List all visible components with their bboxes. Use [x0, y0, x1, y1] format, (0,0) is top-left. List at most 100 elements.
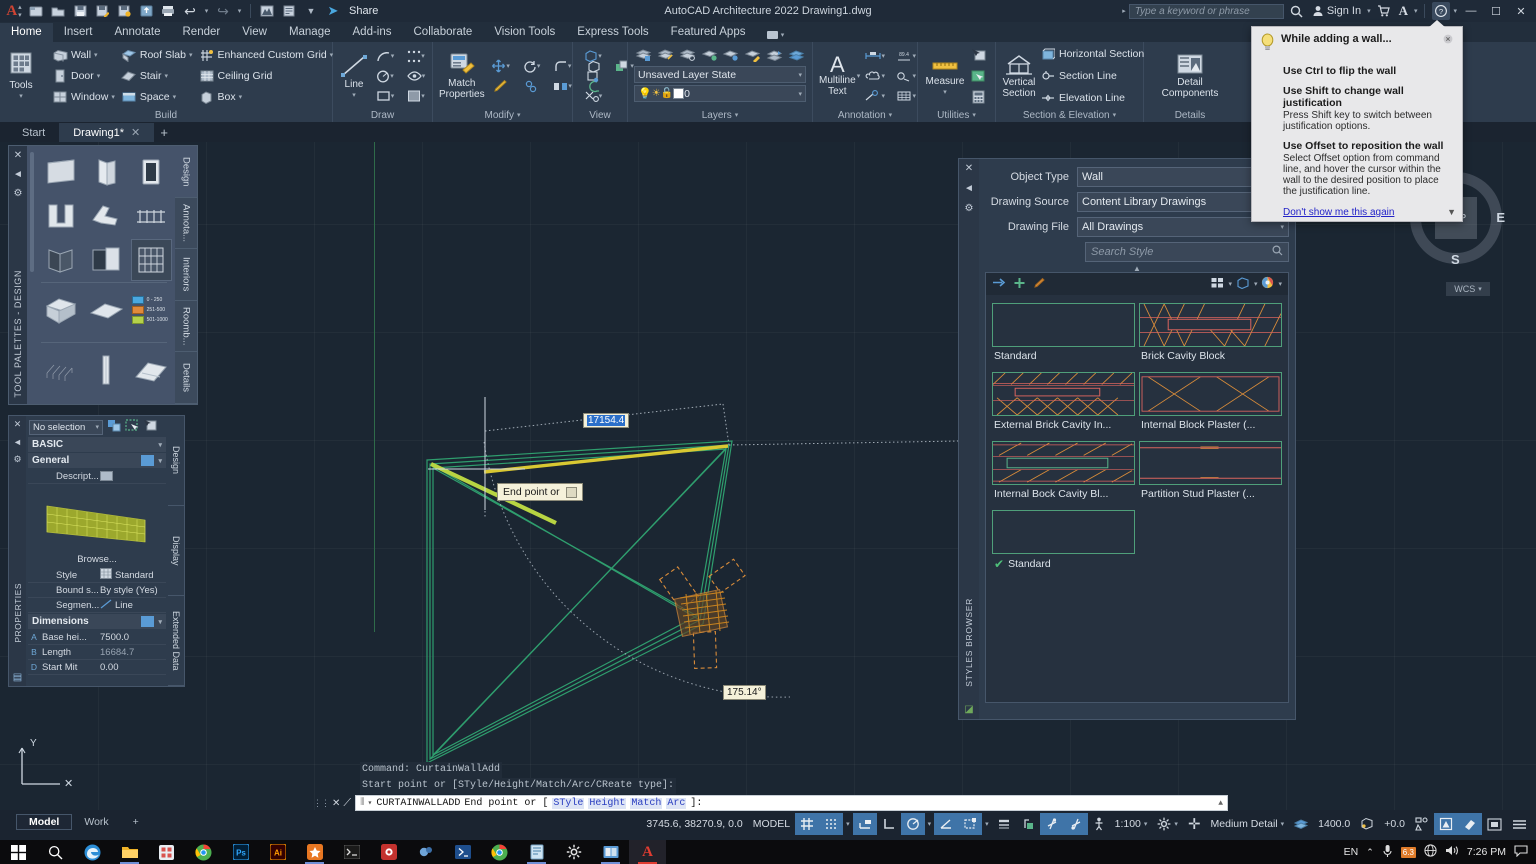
- palette-tool-corner-window[interactable]: [41, 240, 80, 280]
- palette-tab-design[interactable]: Design: [175, 146, 197, 198]
- object-relative-icon[interactable]: [1410, 813, 1434, 835]
- sheet-set-icon[interactable]: [279, 2, 299, 20]
- search-expand-icon[interactable]: ▸: [1122, 7, 1126, 15]
- vertical-section-button[interactable]: Vertical Section: [1001, 52, 1037, 100]
- ribbon-tab-featured-apps[interactable]: Featured Apps: [660, 23, 757, 42]
- qat-customize-icon[interactable]: ▼: [301, 2, 321, 20]
- project-navigator-icon[interactable]: [257, 2, 277, 20]
- chevron-down-icon[interactable]: ▾: [735, 111, 739, 119]
- help-icon[interactable]: ?: [1432, 2, 1451, 20]
- chrome2-icon[interactable]: [481, 840, 518, 864]
- save-as-icon[interactable]: [92, 2, 112, 20]
- ribbon-tab-insert[interactable]: Insert: [53, 23, 104, 42]
- ortho-mode-toggle[interactable]: [877, 813, 901, 835]
- chrome-icon[interactable]: [185, 840, 222, 864]
- hatch-icon[interactable]: ▾: [401, 87, 431, 106]
- drawing-canvas[interactable]: 17154.4 175.14° End point or N E S W TOP…: [0, 142, 1536, 810]
- help-search-input[interactable]: Type a keyword or phrase: [1128, 3, 1284, 19]
- chevron-down-icon[interactable]: ▾: [368, 798, 373, 808]
- share-label[interactable]: Share: [349, 5, 378, 17]
- close-icon[interactable]: ✕: [14, 419, 22, 430]
- save-all-icon[interactable]: [114, 2, 134, 20]
- auto-hide-icon[interactable]: ◄: [13, 169, 23, 180]
- help-dropdown-icon[interactable]: ▾: [1453, 7, 1457, 15]
- undo-icon[interactable]: ↩: [180, 2, 200, 20]
- ribbon-tab-express-tools[interactable]: Express Tools: [566, 23, 659, 42]
- properties-menu-icon[interactable]: ⚙: [13, 454, 21, 465]
- move-icon[interactable]: ▾: [486, 57, 516, 76]
- doc-tab-start[interactable]: Start: [0, 123, 59, 142]
- layer-previous-icon[interactable]: [765, 45, 784, 64]
- tools-button[interactable]: Tools ▾: [5, 51, 37, 101]
- copy-objects-icon[interactable]: [517, 77, 547, 96]
- command-keyword-height[interactable]: Height: [588, 797, 627, 809]
- style-card-internal-bock-cavity[interactable]: Internal Bock Cavity Bl...: [992, 441, 1135, 508]
- build-item-ceiling-grid[interactable]: Ceiling Grid: [196, 67, 337, 86]
- tray-app-icon[interactable]: 6.3: [1400, 846, 1416, 858]
- elevation-layer-icon[interactable]: [1289, 813, 1313, 835]
- chevron-down-icon[interactable]: ▾: [239, 93, 243, 101]
- style-card-internal-block-plaster[interactable]: Internal Block Plaster (...: [1139, 372, 1282, 439]
- calculator-icon[interactable]: [967, 88, 989, 107]
- notepad-icon[interactable]: [518, 840, 555, 864]
- palette-properties-icon[interactable]: ⚙: [14, 188, 23, 199]
- network-icon[interactable]: [1424, 844, 1437, 860]
- close-icon[interactable]: ✕: [14, 150, 22, 161]
- tip-next-icon[interactable]: ▼: [1447, 207, 1456, 217]
- view-cube-south[interactable]: S: [1451, 252, 1460, 267]
- 3d-view-icon[interactable]: ▾: [578, 47, 608, 66]
- close-icon[interactable]: [1442, 33, 1454, 45]
- chevron-down-icon[interactable]: ▾: [94, 51, 98, 59]
- style-card-standard-current[interactable]: ✔ Standard: [992, 510, 1135, 579]
- properties-section-dimensions[interactable]: Dimensions ▾: [28, 614, 166, 629]
- redo-dropdown-icon[interactable]: ▾: [235, 2, 244, 20]
- arc-icon[interactable]: ▾: [370, 47, 400, 66]
- redo-icon[interactable]: ↪: [213, 2, 233, 20]
- selection-combo[interactable]: No selection ▾: [29, 419, 103, 435]
- tag-icon[interactable]: 89.4 ▾: [891, 47, 921, 66]
- apply-style-icon[interactable]: [992, 277, 1006, 291]
- chevron-down-icon[interactable]: ▾: [111, 93, 115, 101]
- style-search-input[interactable]: Search Style: [1085, 242, 1289, 262]
- command-keyword-match[interactable]: Match: [630, 797, 663, 809]
- transparency-toggle[interactable]: [1016, 813, 1040, 835]
- section-item-elevation-line[interactable]: Elevation Line: [1037, 89, 1147, 108]
- match-properties-button[interactable]: Match Properties: [438, 51, 486, 101]
- description-edit-icon[interactable]: [100, 471, 166, 481]
- styles-browser-menu-icon[interactable]: ⚙: [965, 203, 974, 214]
- selection-cycling-toggle[interactable]: [1039, 813, 1064, 835]
- command-keyword-arc[interactable]: Arc: [666, 797, 687, 809]
- app-blue-icon[interactable]: [407, 840, 444, 864]
- properties-row-style-value-wrap[interactable]: Standard: [100, 568, 166, 582]
- doc-tab-drawing1[interactable]: Drawing1* ✕: [59, 123, 155, 142]
- volume-icon[interactable]: [1445, 844, 1459, 860]
- properties-row-length[interactable]: B Length 16684.7: [28, 645, 166, 660]
- ribbon-tab-add-ins[interactable]: Add-ins: [342, 23, 403, 42]
- ribbon-workspace-icon[interactable]: ▾: [762, 27, 788, 42]
- edge-icon[interactable]: [74, 840, 111, 864]
- clip-icon[interactable]: ▾: [578, 87, 608, 106]
- leader-icon[interactable]: ▾: [860, 87, 890, 106]
- palette-tool-sliding-window[interactable]: [86, 240, 125, 280]
- chevron-down-icon[interactable]: ▾: [517, 111, 521, 119]
- cart-icon[interactable]: [1374, 2, 1393, 20]
- ribbon-tab-annotate[interactable]: Annotate: [103, 23, 171, 42]
- properties-row-style[interactable]: Style Standard: [28, 568, 166, 583]
- build-item-box[interactable]: Box ▾: [196, 88, 337, 107]
- properties-filter-icon[interactable]: [143, 419, 157, 435]
- plot-icon[interactable]: [158, 2, 178, 20]
- chevron-down-icon[interactable]: ▾: [798, 71, 802, 79]
- account-dropdown-icon[interactable]: ▾: [1414, 7, 1418, 15]
- properties-footer-icon[interactable]: ▤: [13, 672, 22, 683]
- properties-section-general[interactable]: General ▾: [28, 453, 166, 468]
- object-snap-toggle[interactable]: [934, 813, 959, 835]
- measure-dropdown-icon[interactable]: ▾: [943, 88, 947, 96]
- color-icon[interactable]: [1261, 276, 1274, 292]
- close-icon[interactable]: ✕: [131, 126, 140, 139]
- auto-hide-icon[interactable]: ◄: [13, 437, 22, 447]
- layer-color-swatch[interactable]: [673, 88, 685, 99]
- properties-tab-display[interactable]: Display: [168, 506, 184, 596]
- layer-state-combo[interactable]: Unsaved Layer State ▾: [634, 66, 806, 83]
- palette-tool-door[interactable]: [86, 152, 125, 192]
- maximize-button[interactable]: ☐: [1485, 1, 1507, 21]
